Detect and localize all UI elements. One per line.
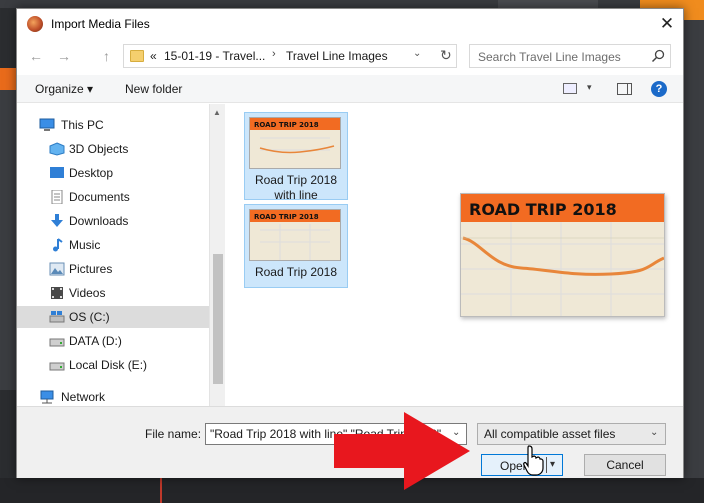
preview-banner-text: ROAD TRIP 2018 [469, 200, 617, 219]
file-item-road-trip-with-line[interactable]: ROAD TRIP 2018 Road Trip 2018 with line [244, 112, 348, 202]
thumbnail-banner-text: ROAD TRIP 2018 [254, 213, 319, 221]
address-row: ← → ↑ « 15-01-19 - Travel... › Travel Li… [17, 42, 683, 70]
search-input[interactable]: Search Travel Line Images [478, 50, 621, 64]
sidebar-item-local-disk-e[interactable]: Local Disk (E:) [17, 354, 209, 376]
data-drive-icon [49, 338, 65, 347]
address-bar[interactable]: « 15-01-19 - Travel... › Travel Line Ima… [123, 44, 457, 68]
app-left-accent [0, 68, 16, 90]
organize-menu[interactable]: Organize ▾ [35, 82, 93, 96]
scrollbar-thumb[interactable] [213, 254, 223, 384]
forward-arrow-icon[interactable]: → [57, 48, 71, 64]
breadcrumb-chevron-icon[interactable]: › [272, 48, 276, 60]
folder-icon [130, 50, 144, 62]
file-name-line2: with line [274, 188, 318, 202]
sidebar-item-data-d[interactable]: DATA (D:) [17, 330, 209, 352]
sidebar-item-label: DATA (D:) [69, 334, 122, 348]
local-disk-icon [49, 362, 65, 371]
sidebar-item-network[interactable]: Network [17, 386, 209, 406]
file-name-label: File name: [145, 427, 202, 441]
preview-pane-icon[interactable] [617, 83, 632, 95]
file-type-value: All compatible asset files [484, 427, 616, 441]
sidebar-item-label: 3D Objects [69, 142, 129, 156]
refresh-icon[interactable]: ↻ [440, 47, 452, 64]
breadcrumb-current[interactable]: Travel Line Images [286, 49, 388, 63]
search-box[interactable]: Search Travel Line Images [469, 44, 671, 68]
mouse-cursor-icon [523, 445, 544, 476]
sidebar-item-downloads[interactable]: Downloads [17, 210, 209, 232]
desktop-icon [50, 167, 64, 178]
downloads-icon [51, 214, 63, 227]
sidebar-item-os-c[interactable]: OS (C:) [17, 306, 209, 328]
file-name-line1: Road Trip 2018 [254, 173, 338, 187]
address-dropdown-icon[interactable]: ⌄ [413, 48, 421, 59]
sidebar-item-music[interactable]: Music [17, 234, 209, 256]
sidebar-item-3d-objects[interactable]: 3D Objects [17, 138, 209, 160]
view-options-dropdown[interactable]: ▾ [587, 82, 592, 93]
preview-pane-image: ROAD TRIP 2018 [460, 193, 665, 317]
app-topbar [0, 0, 704, 8]
sidebar-item-label: Documents [69, 190, 130, 204]
navigation-scrollbar[interactable]: ▲ [209, 104, 225, 406]
pictures-icon [49, 262, 65, 276]
sidebar-item-label: Network [61, 390, 106, 404]
sidebar-item-label: This PC [61, 118, 104, 132]
navigation-pane: This PC 3D Objects Desktop Documents Dow… [17, 104, 225, 406]
thumbnail-banner-text: ROAD TRIP 2018 [254, 121, 319, 129]
file-name: Road Trip 2018 [254, 265, 338, 279]
3d-objects-icon [49, 142, 65, 156]
change-view-icon[interactable] [563, 83, 577, 94]
app-left-panel [0, 90, 16, 390]
file-thumbnail: ROAD TRIP 2018 [249, 117, 341, 169]
sidebar-item-this-pc[interactable]: This PC [17, 114, 209, 136]
sidebar-item-pictures[interactable]: Pictures [17, 258, 209, 280]
open-split-divider [546, 457, 547, 473]
breadcrumb-parent[interactable]: 15-01-19 - Travel... [164, 49, 265, 63]
sidebar-item-label: Videos [69, 286, 106, 300]
music-icon [53, 238, 63, 252]
breadcrumb-overflow[interactable]: « [150, 49, 157, 63]
pc-icon [39, 118, 55, 131]
os-drive-icon [49, 311, 65, 323]
sidebar-item-videos[interactable]: Videos [17, 282, 209, 304]
dialog-title: Import Media Files [51, 17, 150, 31]
red-arrow-annotation [334, 412, 470, 490]
up-arrow-icon[interactable]: ↑ [103, 48, 110, 64]
documents-icon [51, 190, 63, 204]
back-arrow-icon[interactable]: ← [29, 48, 43, 64]
sidebar-item-desktop[interactable]: Desktop [17, 162, 209, 184]
sidebar-item-documents[interactable]: Documents [17, 186, 209, 208]
scroll-up-icon[interactable]: ▲ [213, 108, 221, 117]
sidebar-item-label: Downloads [69, 214, 129, 228]
dialog-titlebar[interactable]: Import Media Files ✕ [17, 9, 683, 39]
open-dropdown-icon[interactable]: ▾ [550, 459, 555, 470]
help-icon[interactable]: ? [651, 81, 667, 97]
network-icon [40, 390, 54, 404]
import-dialog: Import Media Files ✕ ← → ↑ « 15-01-19 - … [16, 8, 684, 478]
file-thumbnail: ROAD TRIP 2018 [249, 209, 341, 261]
sidebar-item-label: Pictures [69, 262, 113, 276]
file-item-road-trip[interactable]: ROAD TRIP 2018 Road Trip 2018 [244, 204, 348, 288]
command-toolbar: Organize ▾ New folder ▾ ? [17, 75, 683, 103]
close-button[interactable]: ✕ [657, 14, 677, 34]
app-import-tab[interactable] [498, 0, 598, 8]
app-logo-icon [27, 16, 43, 32]
videos-icon [51, 287, 63, 299]
file-type-dropdown-icon[interactable]: ⌄ [650, 427, 658, 438]
search-icon[interactable] [650, 48, 666, 64]
new-folder-button[interactable]: New folder [125, 82, 182, 96]
sidebar-item-label: Music [69, 238, 101, 252]
cancel-button[interactable]: Cancel [584, 454, 666, 476]
sidebar-item-label: Desktop [69, 166, 114, 180]
sidebar-item-label: OS (C:) [69, 310, 110, 324]
timeline-playhead[interactable] [160, 478, 162, 503]
sidebar-item-label: Local Disk (E:) [69, 358, 148, 372]
file-type-select[interactable]: All compatible asset files ⌄ [477, 423, 666, 445]
app-right-panel [684, 20, 704, 503]
